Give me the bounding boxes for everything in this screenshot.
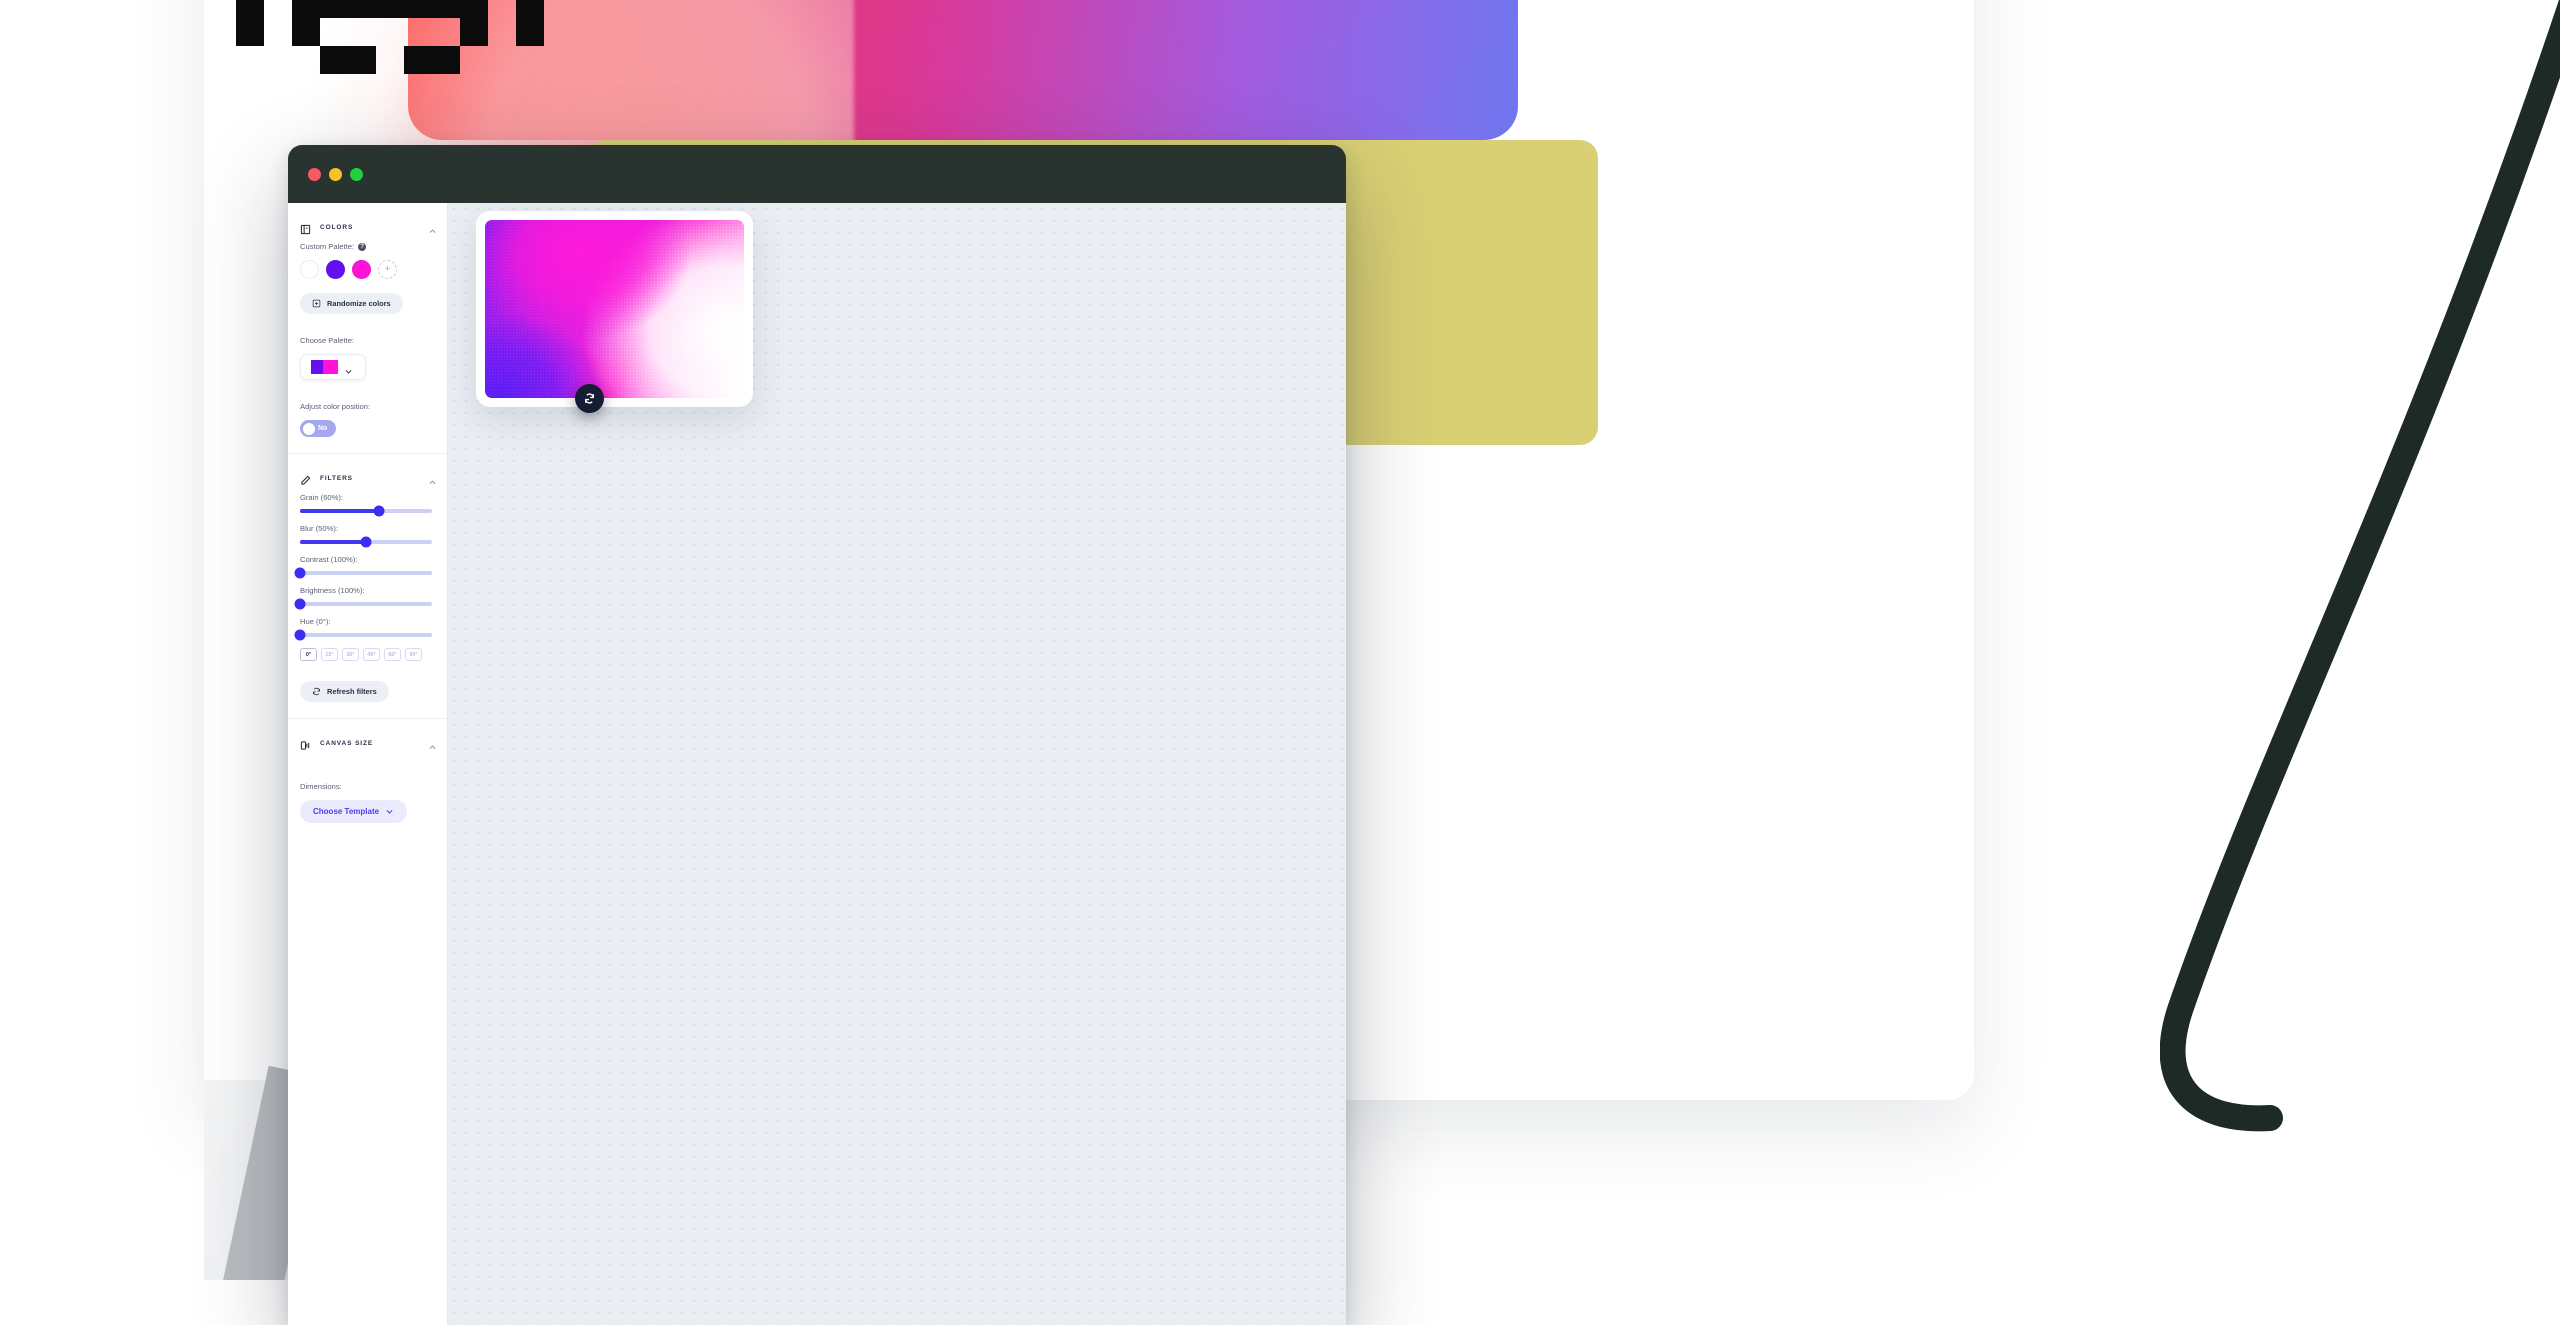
swatch-magenta[interactable] [352,260,371,279]
chevron-down-icon [385,807,394,816]
chevron-up-icon[interactable] [428,223,437,232]
adjust-color-position-field: Adjust color position: No [288,402,447,437]
slider-label-hue: Hue (0°): [300,617,435,626]
panel-filters: FILTERS Grain (60%): Blur (50%): Contrast … [288,463,447,719]
slider-track-contrast[interactable] [300,571,432,575]
add-color-button[interactable]: + [378,260,397,279]
slider-track-hue[interactable] [300,633,432,637]
shuffle-square-icon [312,299,321,308]
panel-header-colors[interactable]: COLORS [288,212,447,242]
help-icon[interactable]: ? [358,243,366,251]
swatch-violet[interactable] [326,260,345,279]
space-invader-icon [236,0,544,74]
hue-presets: 0° 15° 30° 45° 60° 90° Refresh filters [288,648,447,702]
hue-preset-15[interactable]: 15° [321,648,338,661]
chevron-up-icon[interactable] [428,739,437,748]
slider-fill-blur [300,540,366,544]
gradient-preview[interactable] [485,220,744,398]
app-window: COLORS Custom Palette: ? + [288,145,1346,1325]
slider-track-blur[interactable] [300,540,432,544]
dimensions-field: Dimensions: Choose Template [288,782,447,823]
toggle-value: No [318,425,327,432]
slider-thumb-grain[interactable] [374,506,385,517]
slider-label-grain: Grain (60%): [300,493,435,502]
panel-canvas-size: CANVAS SIZE Dimensions: Choose Template [288,728,447,839]
panel-header-canvas-size[interactable]: CANVAS SIZE [288,728,447,758]
adjust-color-position-toggle[interactable]: No [300,420,336,437]
maximize-button[interactable] [350,168,363,181]
slider-brightness[interactable]: Brightness (100%): [300,586,435,606]
panel-title-canvas-size: CANVAS SIZE [320,740,419,747]
chevron-down-icon [344,363,353,372]
background-arc-line [2160,0,2560,1200]
refresh-filters-label: Refresh filters [327,687,377,696]
custom-palette-swatches: + [300,260,435,279]
choose-palette-label: Choose Palette: [300,336,435,345]
choose-template-label: Choose Template [313,807,379,816]
slider-hue[interactable]: Hue (0°): [300,617,435,637]
slider-label-blur: Blur (50%): [300,524,435,533]
panel-title-filters: FILTERS [320,475,419,482]
shuffle-icon [583,392,596,405]
canvas-stage[interactable] [448,203,1346,1325]
close-button[interactable] [308,168,321,181]
palette-icon [300,222,311,233]
custom-palette-label-text: Custom Palette: [300,242,354,251]
slider-track-brightness[interactable] [300,602,432,606]
custom-palette-label: Custom Palette: ? [300,242,435,251]
hue-preset-30[interactable]: 30° [342,648,359,661]
panel-colors: COLORS Custom Palette: ? + [288,212,447,454]
randomize-colors-button[interactable]: Randomize colors [300,293,403,314]
choose-palette-field: Choose Palette: [288,336,447,380]
window-body: COLORS Custom Palette: ? + [288,203,1346,1325]
slider-grain[interactable]: Grain (60%): [300,493,435,513]
dimensions-label: Dimensions: [300,782,435,791]
gradient-preview-frame[interactable] [476,211,753,407]
slider-thumb-blur[interactable] [361,537,372,548]
slider-fill-grain [300,509,379,513]
slider-thumb-brightness[interactable] [295,599,306,610]
hue-preset-45[interactable]: 45° [363,648,380,661]
hue-preset-60[interactable]: 60° [384,648,401,661]
hue-preset-90[interactable]: 90° [405,648,422,661]
palette-preview-chip [306,360,340,374]
toggle-knob [303,423,315,435]
regenerate-gradient-button[interactable] [575,384,604,413]
slider-contrast[interactable]: Contrast (100%): [300,555,435,575]
choose-template-button[interactable]: Choose Template [300,800,407,823]
slider-label-contrast: Contrast (100%): [300,555,435,564]
refresh-icon [312,687,321,696]
slider-thumb-hue[interactable] [295,630,306,641]
choose-palette-select[interactable] [300,354,366,380]
grain-overlay [485,220,744,398]
adjust-color-position-label: Adjust color position: [300,402,435,411]
hue-preset-0[interactable]: 0° [300,648,317,661]
custom-palette-field: Custom Palette: ? + [288,242,447,314]
minimize-button[interactable] [329,168,342,181]
pencil-icon [300,473,311,484]
panel-title-colors: COLORS [320,224,419,231]
swatch-white[interactable] [300,260,319,279]
slider-track-grain[interactable] [300,509,432,513]
slider-label-brightness: Brightness (100%): [300,586,435,595]
refresh-filters-button[interactable]: Refresh filters [300,681,389,702]
window-titlebar [288,145,1346,203]
slider-thumb-contrast[interactable] [295,568,306,579]
chevron-up-icon[interactable] [428,474,437,483]
filter-sliders: Grain (60%): Blur (50%): Contrast (100%): B… [288,493,447,637]
randomize-colors-label: Randomize colors [327,299,391,308]
sidebar[interactable]: COLORS Custom Palette: ? + [288,203,448,1325]
slider-blur[interactable]: Blur (50%): [300,524,435,544]
canvas-icon [300,738,311,749]
panel-header-filters[interactable]: FILTERS [288,463,447,493]
